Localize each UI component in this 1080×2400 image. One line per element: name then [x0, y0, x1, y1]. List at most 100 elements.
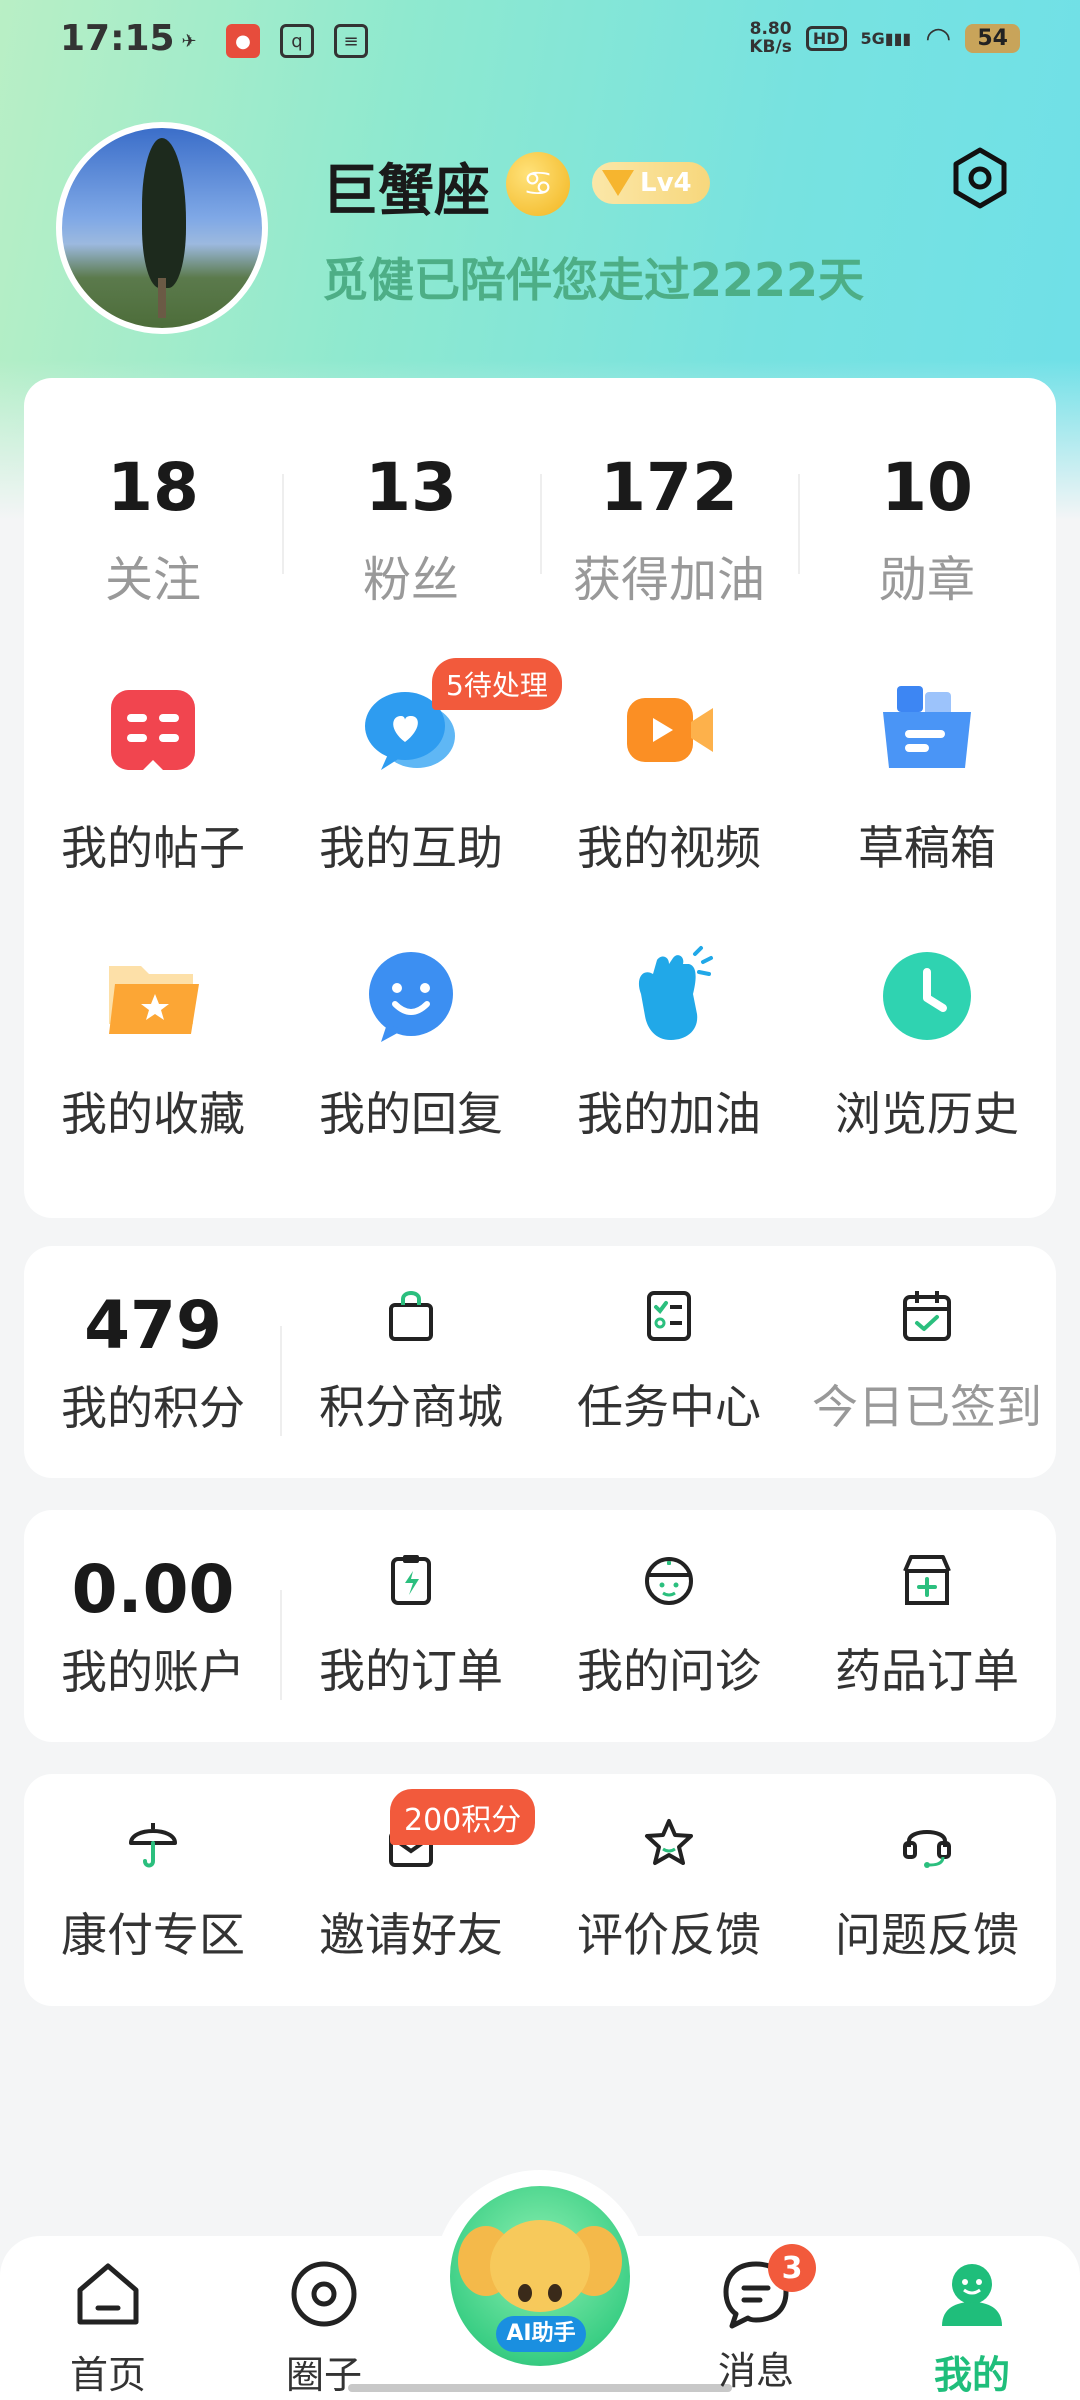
stat-label: 获得加油: [572, 552, 765, 608]
my-account-button[interactable]: 0.00 我的账户: [24, 1550, 282, 1702]
stat-label: 粉丝: [362, 552, 459, 608]
my-cheers-button[interactable]: 我的加油: [540, 944, 798, 1144]
grid-label: 我的回复: [319, 1087, 503, 1141]
doctor-icon: [645, 1557, 693, 1605]
cell-label: 我的订单: [319, 1644, 503, 1698]
home-icon: [77, 2263, 139, 2325]
grid-label: 我的加油: [577, 1087, 761, 1141]
signal-icon: 5G▮▮▮: [860, 28, 912, 48]
invite-friends-button[interactable]: 200积分 邀请好友: [282, 1789, 540, 1965]
avatar[interactable]: [56, 122, 268, 334]
points-label: 我的积分: [61, 1381, 245, 1435]
account-row: 0.00 我的账户 我的订单 我的问诊 药品订单: [24, 1510, 1056, 1742]
my-replies-button[interactable]: 我的回复: [282, 944, 540, 1144]
wifi-icon: ◠: [925, 20, 952, 56]
grid-label: 我的互助: [319, 821, 503, 875]
rate-feedback-button[interactable]: 评价反馈: [540, 1815, 798, 1965]
cell-label: 评价反馈: [577, 1908, 761, 1962]
feature-grid-row-2: 我的收藏 我的回复 我的加油 浏览历史: [24, 944, 1056, 1144]
cell-label: 任务中心: [577, 1380, 761, 1434]
checked-in-today-button[interactable]: 今日已签到: [798, 1287, 1056, 1437]
my-points-button[interactable]: 479 我的积分: [24, 1286, 282, 1438]
clipboard-icon: ≡: [334, 24, 368, 58]
nav-label: 首页: [69, 2353, 146, 2397]
my-videos-button[interactable]: 我的视频: [540, 678, 798, 878]
message-icon-wrap: 3: [718, 2244, 816, 2332]
status-right: 8.80 KB/s HD 5G▮▮▮ ◠ 54: [749, 20, 1020, 56]
headset-icon: [903, 1830, 951, 1868]
kangfu-zone-button[interactable]: 康付专区: [24, 1815, 282, 1965]
cancer-zodiac-icon: ♋: [506, 152, 570, 216]
browse-history-button[interactable]: 浏览历史: [798, 944, 1056, 1144]
nav-messages[interactable]: 3 消息: [676, 2244, 836, 2395]
level-text: Lv4: [640, 168, 692, 198]
balance-label: 我的账户: [61, 1645, 245, 1699]
drafts-box-icon: [883, 686, 971, 768]
posts-book-icon: [111, 690, 195, 770]
feature-grid-row-1: 我的帖子 5待处理 我的互助 我的视频 草稿箱: [24, 658, 1056, 878]
stat-label: 关注: [104, 552, 201, 608]
bird-icon: ✈: [181, 30, 197, 52]
umbrella-icon: [129, 1823, 177, 1868]
my-favorites-button[interactable]: 我的收藏: [24, 944, 282, 1144]
stat-cheers[interactable]: 172 获得加油: [540, 448, 798, 610]
my-orders-button[interactable]: 我的订单: [282, 1551, 540, 1701]
nav-profile[interactable]: 我的: [892, 2256, 1052, 2399]
status-bar: 17:15 ✈ ● q ≡ 8.80 KB/s HD 5G▮▮▮ ◠ 54: [0, 0, 1080, 80]
avatar-trunk-image: [158, 278, 166, 318]
net-speed-value: 8.80: [749, 19, 792, 39]
issue-feedback-button[interactable]: 问题反馈: [798, 1815, 1056, 1965]
stat-value: 13: [365, 449, 457, 526]
stat-medals[interactable]: 10 勋章: [798, 448, 1056, 610]
stat-value: 18: [107, 449, 199, 526]
search-app-icon: q: [280, 24, 314, 58]
video-icon: [627, 698, 713, 762]
stat-following[interactable]: 18 关注: [24, 448, 282, 610]
order-clipboard-icon: [391, 1555, 431, 1605]
cell-label: 我的问诊: [577, 1644, 761, 1698]
signal-label: 5G: [860, 28, 885, 48]
profile-main-card: 18 关注 13 粉丝 172 获得加油 10 勋章 我的帖子 5待处理 我的互…: [24, 378, 1056, 1218]
history-clock-icon: [883, 952, 971, 1040]
app-notification-icon: ●: [226, 24, 260, 58]
pharmacy-orders-button[interactable]: 药品订单: [798, 1551, 1056, 1701]
grid-label: 我的帖子: [61, 821, 245, 875]
my-consultation-button[interactable]: 我的问诊: [540, 1551, 798, 1701]
nav-home[interactable]: 首页: [28, 2256, 188, 2399]
grid-label: 浏览历史: [835, 1087, 1019, 1141]
cell-label: 今日已签到: [812, 1380, 1042, 1434]
cell-label: 积分商城: [319, 1380, 503, 1434]
account-card: 0.00 我的账户 我的订单 我的问诊 药品订单: [24, 1510, 1056, 1742]
net-speed-unit: KB/s: [749, 37, 792, 57]
settings-button[interactable]: [944, 142, 1016, 214]
hd-icon: HD: [805, 25, 847, 51]
nav-circle[interactable]: 圈子: [244, 2256, 404, 2399]
level-badge[interactable]: Lv4: [592, 162, 710, 204]
my-mutual-help-button[interactable]: 5待处理 我的互助: [282, 658, 562, 878]
home-indicator: [348, 2384, 732, 2392]
elephant-mascot-icon: [490, 2220, 590, 2312]
stat-label: 勋章: [878, 552, 975, 608]
status-time: 17:15: [60, 18, 175, 59]
points-row: 479 我的积分 积分商城 任务中心 今日已签到: [24, 1246, 1056, 1478]
points-mall-button[interactable]: 积分商城: [282, 1287, 540, 1437]
ai-assistant-label: AI助手: [496, 2316, 586, 2352]
battery-icon: 54: [965, 23, 1020, 53]
shopping-bag-icon: [389, 1291, 433, 1341]
my-posts-button[interactable]: 我的帖子: [24, 678, 282, 878]
avatar-tree-image: [142, 138, 186, 288]
points-reward-badge: 200积分: [390, 1789, 536, 1845]
cell-label: 康付专区: [61, 1908, 245, 1962]
favorites-folder-icon: [109, 966, 199, 1034]
ai-assistant-button[interactable]: AI助手: [450, 2186, 630, 2366]
grid-label: 草稿箱: [858, 821, 996, 875]
task-center-button[interactable]: 任务中心: [540, 1287, 798, 1437]
stat-fans[interactable]: 13 粉丝: [282, 448, 540, 610]
nav-label: 我的: [933, 2353, 1010, 2397]
drafts-button[interactable]: 草稿箱: [798, 678, 1056, 878]
task-list-icon: [647, 1291, 691, 1341]
notification-icons: ✈ ● q ≡: [172, 24, 368, 58]
points-value: 479: [84, 1287, 222, 1364]
username[interactable]: 巨蟹座: [322, 146, 490, 227]
pharmacy-store-icon: [903, 1555, 951, 1605]
